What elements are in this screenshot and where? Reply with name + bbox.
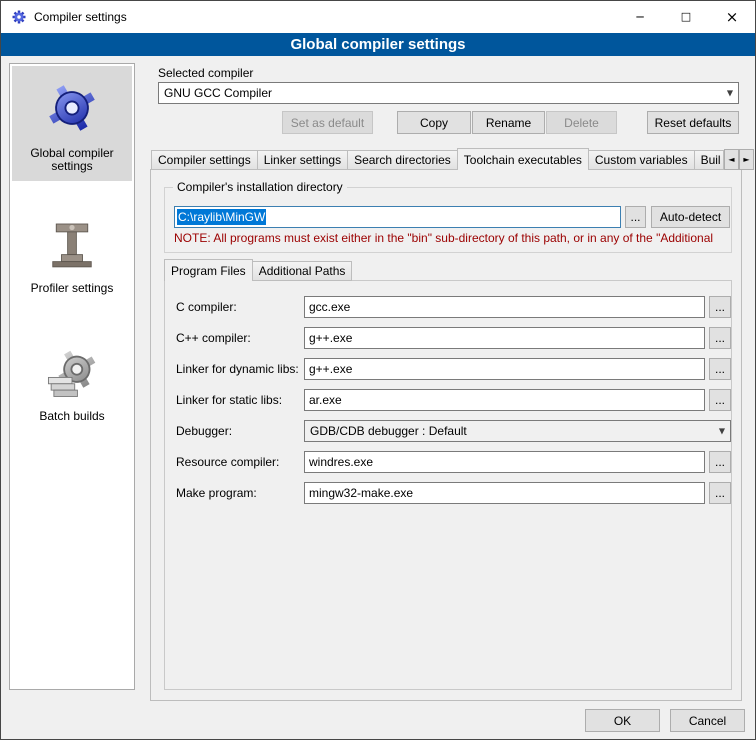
dynamic-linker-label: Linker for dynamic libs: [176,362,299,376]
maximize-button[interactable]: □ [663,1,709,33]
set-as-default-button[interactable]: Set as default [282,111,373,134]
cancel-button[interactable]: Cancel [670,709,745,732]
close-button[interactable]: × [709,1,755,33]
debugger-select[interactable]: GDB/CDB debugger : Default ▼ [304,420,731,442]
sidebar-item-label: Profiler settings [27,282,118,303]
tab-search-directories[interactable]: Search directories [347,150,458,170]
debugger-row: Debugger: GDB/CDB debugger : Default ▼ [164,420,732,442]
sidebar-item-label: Batch builds [35,410,108,431]
cpp-compiler-browse-button[interactable]: ... [709,327,731,349]
app-icon [11,9,27,25]
profiler-clamp-icon [44,217,100,273]
selected-compiler-label: Selected compiler [158,66,253,80]
installation-directory-selected-text: C:\raylib\MinGW [177,209,266,225]
c-compiler-label: C compiler: [176,300,237,314]
tab-build-options-truncated[interactable]: Buil [694,150,724,170]
settings-category-list: Global compiler settings Profiler settin… [9,63,135,690]
titlebar: Compiler settings ─ □ × [1,1,755,33]
settings-tabstrip: Compiler settings Linker settings Search… [151,148,724,170]
page-title: Global compiler settings [1,33,755,56]
installation-note: NOTE: All programs must exist either in … [174,231,730,245]
installation-directory-browse-button[interactable]: ... [625,206,646,228]
c-compiler-input[interactable] [304,296,705,318]
chevron-down-icon: ▼ [727,89,733,98]
minimize-button[interactable]: ─ [617,1,663,33]
subtab-additional-paths[interactable]: Additional Paths [252,261,353,281]
sidebar-item-batch-builds[interactable]: Batch builds [12,331,132,431]
make-program-browse-button[interactable]: ... [709,482,731,504]
copy-button[interactable]: Copy [397,111,471,134]
c-compiler-browse-button[interactable]: ... [709,296,731,318]
tab-toolchain-executables[interactable]: Toolchain executables [457,148,589,170]
delete-button[interactable]: Delete [546,111,617,134]
resource-compiler-label: Resource compiler: [176,455,279,469]
reset-defaults-button[interactable]: Reset defaults [647,111,739,134]
resource-compiler-browse-button[interactable]: ... [709,451,731,473]
make-program-row: Make program: ... [164,482,732,504]
static-linker-row: Linker for static libs: ... [164,389,732,411]
installation-directory-input[interactable]: C:\raylib\MinGW [174,206,621,228]
window-title: Compiler settings [34,1,127,33]
make-program-label: Make program: [176,486,257,500]
compiler-select[interactable]: GNU GCC Compiler ▼ [158,82,739,104]
ok-button[interactable]: OK [585,709,660,732]
cpp-compiler-row: C++ compiler: ... [164,327,732,349]
compiler-settings-dialog: Compiler settings ─ □ × Global compiler … [0,0,756,740]
rename-button[interactable]: Rename [472,111,545,134]
resource-compiler-row: Resource compiler: ... [164,451,732,473]
gear-gray-icon [43,343,101,401]
chevron-down-icon: ▼ [719,427,725,436]
sidebar-item-profiler-settings[interactable]: Profiler settings [12,205,132,303]
dynamic-linker-input[interactable] [304,358,705,380]
installation-directory-group-title: Compiler's installation directory [173,180,347,194]
gear-blue-icon [42,78,102,138]
dynamic-linker-row: Linker for dynamic libs: ... [164,358,732,380]
debugger-select-value: GDB/CDB debugger : Default [310,424,467,438]
tab-scroll-left-button[interactable]: ◄ [724,149,739,170]
sidebar-item-label: Global compiler settings [12,147,132,181]
static-linker-label: Linker for static libs: [176,393,282,407]
make-program-input[interactable] [304,482,705,504]
sidebar-item-global-compiler-settings[interactable]: Global compiler settings [12,66,132,181]
tab-linker-settings[interactable]: Linker settings [257,150,348,170]
cpp-compiler-label: C++ compiler: [176,331,251,345]
compiler-select-value: GNU GCC Compiler [164,86,272,100]
c-compiler-row: C compiler: ... [164,296,732,318]
debugger-label: Debugger: [176,424,232,438]
auto-detect-button[interactable]: Auto-detect [651,206,730,228]
static-linker-browse-button[interactable]: ... [709,389,731,411]
dynamic-linker-browse-button[interactable]: ... [709,358,731,380]
tab-custom-variables[interactable]: Custom variables [588,150,695,170]
resource-compiler-input[interactable] [304,451,705,473]
program-files-tabstrip: Program Files Additional Paths [164,259,351,281]
cpp-compiler-input[interactable] [304,327,705,349]
tab-compiler-settings[interactable]: Compiler settings [151,150,258,170]
static-linker-input[interactable] [304,389,705,411]
tab-scroll-right-button[interactable]: ► [739,149,754,170]
subtab-program-files[interactable]: Program Files [164,259,253,281]
